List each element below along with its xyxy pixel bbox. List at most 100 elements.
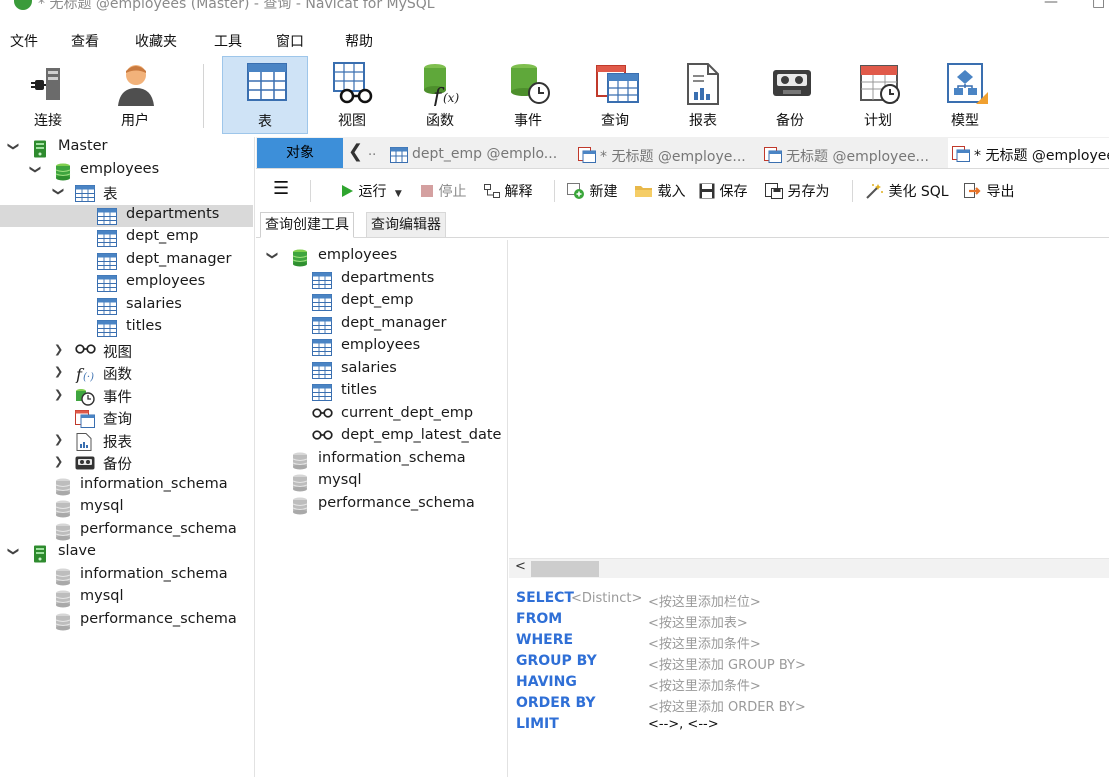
expand-chevron-icon[interactable]: ❯ — [54, 433, 63, 446]
tab-document-2[interactable]: * 无标题 @employe... — [574, 141, 758, 167]
tree-item-Master[interactable]: ❯ Master — [0, 137, 253, 159]
tree-item-employees[interactable]: ❯ employees — [0, 160, 253, 182]
toolbar-model-button[interactable]: 模型 — [922, 56, 1008, 134]
toolbar-schedule-button[interactable]: 计划 — [835, 56, 921, 134]
menu-view[interactable]: 查看 — [71, 31, 99, 51]
toolbar-query-button[interactable]: 查询 — [572, 56, 658, 134]
stop-button[interactable]: 停止 — [420, 181, 466, 201]
toolbar-view-button[interactable]: 视图 — [309, 56, 395, 134]
collapse-chevron-icon[interactable]: ❯ — [29, 164, 42, 173]
tree-item-salaries[interactable]: salaries — [0, 295, 253, 317]
expand-chevron-icon[interactable]: ❯ — [54, 455, 63, 468]
navicat-logo-icon — [14, 0, 32, 10]
menu-hamburger-button[interactable]: ☰ — [273, 178, 289, 199]
tree-item-information_schema[interactable]: information_schema — [0, 475, 253, 497]
menu-favorites[interactable]: 收藏夹 — [135, 31, 177, 51]
menu-tools[interactable]: 工具 — [214, 31, 242, 51]
maximize-button[interactable]: □ — [1092, 0, 1105, 10]
tree-item-performance_schema[interactable]: performance_schema — [0, 520, 253, 542]
builder-tree-item-titles[interactable]: titles — [256, 381, 506, 403]
tree-item-mysql[interactable]: mysql — [0, 587, 253, 609]
sql-order-by-add[interactable]: <按这里添加 ORDER BY> — [648, 696, 806, 715]
save-as-button[interactable]: 另存为 — [765, 181, 829, 201]
sql-where-add-condition[interactable]: <按这里添加条件> — [648, 633, 761, 652]
tree-item-item-10[interactable]: ❯ f (·) 函数 — [0, 362, 253, 384]
toolbar-table-button[interactable]: 表 — [222, 56, 308, 134]
builder-tree-item-performance_schema[interactable]: performance_schema — [256, 494, 506, 516]
collapse-chevron-icon[interactable]: ❯ — [7, 142, 20, 151]
tab-query-editor[interactable]: 查询编辑器 — [366, 212, 446, 238]
tab-overflow[interactable]: .. — [368, 144, 376, 159]
builder-tree-item-mysql[interactable]: mysql — [256, 471, 506, 493]
tree-item-slave[interactable]: ❯ slave — [0, 542, 253, 564]
beautify-sql-button[interactable]: 美化 SQL — [866, 181, 949, 201]
tree-item-employees[interactable]: employees — [0, 272, 253, 294]
builder-tree-item-dept_emp[interactable]: dept_emp — [256, 291, 506, 313]
builder-tree-item-label: departments — [341, 269, 435, 286]
builder-tree-item-current_dept_emp[interactable]: current_dept_emp — [256, 404, 506, 426]
builder-tree-item-information_schema[interactable]: information_schema — [256, 449, 506, 471]
sql-limit-value[interactable]: <-->, <--> — [648, 717, 719, 732]
menu-help[interactable]: 帮助 — [345, 31, 373, 51]
save-button[interactable]: 保存 — [699, 181, 747, 201]
toolbar-backup-button[interactable]: 备份 — [747, 56, 833, 134]
sql-distinct-toggle[interactable]: <Distinct> — [571, 591, 642, 606]
tree-item-item-11[interactable]: ❯ 事件 — [0, 385, 253, 407]
tree-item-item-13[interactable]: ❯ 报表 — [0, 430, 253, 452]
collapse-chevron-icon[interactable]: ❯ — [266, 251, 279, 260]
tree-item-information_schema[interactable]: information_schema — [0, 565, 253, 587]
load-label: 载入 — [657, 184, 686, 200]
minimize-button[interactable]: — — [1044, 0, 1058, 10]
tree-item-departments[interactable]: departments — [0, 204, 253, 227]
tree-item-performance_schema[interactable]: performance_schema — [0, 610, 253, 632]
toolbar-event-button[interactable]: 事件 — [485, 56, 571, 134]
tab-document-4-active[interactable]: * 无标题 @employees — [948, 138, 1109, 168]
tree-item-item-9[interactable]: ❯ 视图 — [0, 340, 253, 362]
expand-chevron-icon[interactable]: ❯ — [54, 388, 63, 401]
tree-item-item-14[interactable]: ❯ 备份 — [0, 452, 253, 474]
sql-group-by-add[interactable]: <按这里添加 GROUP BY> — [648, 654, 806, 673]
run-button[interactable]: 运行 ▼ — [340, 181, 402, 201]
tab-scroll-left-button[interactable]: ❮ — [348, 141, 363, 162]
scrollbar-thumb[interactable] — [531, 561, 599, 577]
expand-chevron-icon[interactable]: ❯ — [54, 343, 63, 356]
menu-window[interactable]: 窗口 — [276, 31, 304, 51]
toolbar-connect-button[interactable]: 连接 — [5, 56, 91, 134]
tab-document-1[interactable]: dept_emp @emplo... — [386, 141, 572, 167]
builder-tree-item-salaries[interactable]: salaries — [256, 359, 506, 381]
tree-item-mysql[interactable]: mysql — [0, 497, 253, 519]
tree-item-dept_emp[interactable]: dept_emp — [0, 227, 253, 249]
tree-item-dept_manager[interactable]: dept_manager — [0, 250, 253, 272]
new-query-button[interactable]: 新建 — [567, 181, 617, 201]
horizontal-scrollbar[interactable]: < — [509, 558, 1109, 578]
sql-having-add-condition[interactable]: <按这里添加条件> — [648, 675, 761, 694]
tab-query-builder[interactable]: 查询创建工具 — [260, 212, 354, 238]
tree-item-label: employees — [80, 160, 160, 177]
export-button[interactable]: 导出 — [964, 181, 1014, 201]
builder-tree-item-employees[interactable]: ❯ employees — [256, 246, 506, 268]
builder-tree-item-employees[interactable]: employees — [256, 336, 506, 358]
expand-chevron-icon[interactable]: ❯ — [54, 365, 63, 378]
sql-select-add-field[interactable]: <按这里添加栏位> — [648, 591, 761, 610]
tree-item-titles[interactable]: titles — [0, 317, 253, 339]
toolbar-separator — [203, 64, 204, 128]
builder-tree-item-departments[interactable]: departments — [256, 269, 506, 291]
tab-objects[interactable]: 对象 — [257, 138, 343, 168]
builder-tree-item-dept_emp_latest_date[interactable]: dept_emp_latest_date — [256, 426, 506, 448]
toolbar-report-button[interactable]: 报表 — [660, 56, 746, 134]
explain-button[interactable]: 解释 — [484, 181, 532, 201]
tab-document-3[interactable]: 无标题 @employee... — [760, 141, 946, 167]
collapse-chevron-icon[interactable]: ❯ — [7, 547, 20, 556]
collapse-chevron-icon[interactable]: ❯ — [52, 187, 65, 196]
menu-file[interactable]: 文件 — [10, 31, 38, 51]
scroll-left-button[interactable]: < — [515, 559, 526, 574]
builder-diagram-canvas[interactable] — [509, 240, 1109, 558]
tree-item-item-2[interactable]: ❯ 表 — [0, 182, 253, 204]
builder-tree-item-dept_manager[interactable]: dept_manager — [256, 314, 506, 336]
tree-item-label: information_schema — [80, 475, 228, 492]
load-button[interactable]: 载入 — [635, 181, 685, 201]
toolbar-function-button[interactable]: f (x) 函数 — [397, 56, 483, 134]
tree-item-item-12[interactable]: 查询 — [0, 407, 253, 429]
sql-from-add-table[interactable]: <按这里添加表> — [648, 612, 748, 631]
toolbar-user-button[interactable]: 用户 — [92, 56, 178, 134]
